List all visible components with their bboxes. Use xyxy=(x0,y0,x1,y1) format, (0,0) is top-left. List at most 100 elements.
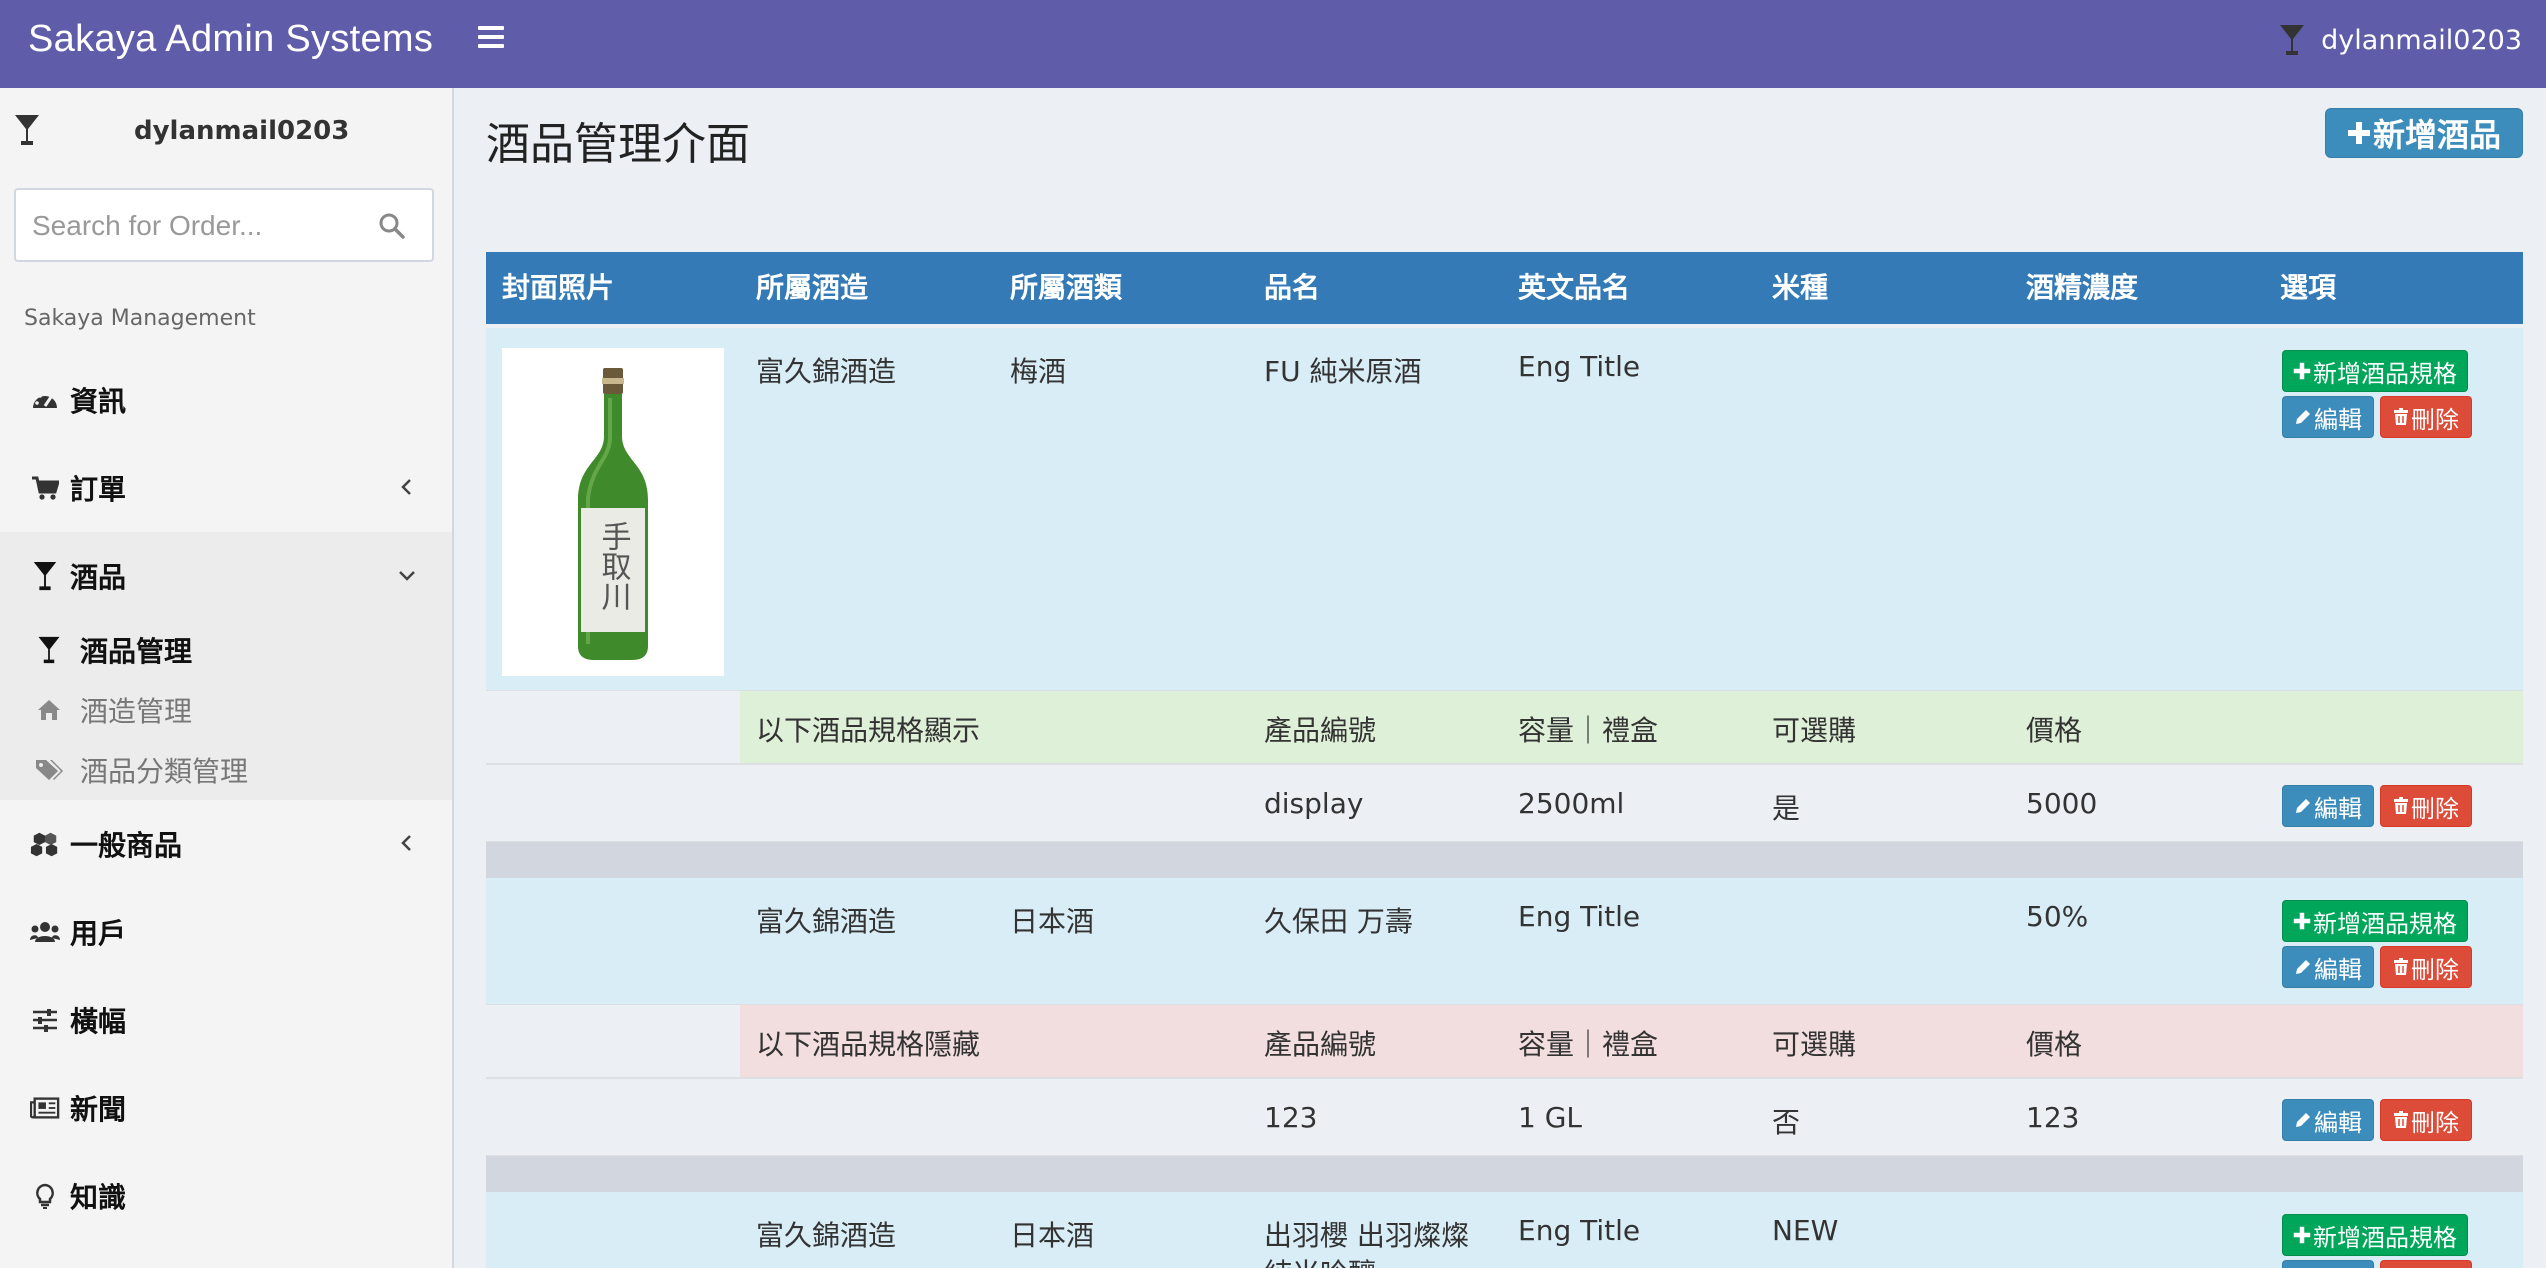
sidebar-item-general-goods[interactable]: 一般商品 xyxy=(0,800,452,888)
chevron-down-icon xyxy=(399,571,415,581)
brewery-cell: 富久錦酒造 xyxy=(756,1219,897,1252)
sidebar-item-info[interactable]: 資訊 xyxy=(0,356,452,444)
page-title: 酒品管理介面 xyxy=(486,119,750,170)
search-icon[interactable] xyxy=(378,212,406,240)
delete-label: 刪除 xyxy=(2411,405,2459,434)
edit-label: 編輯 xyxy=(2314,1264,2362,1268)
delete-label: 刪除 xyxy=(2411,794,2459,823)
search-input[interactable] xyxy=(32,208,352,244)
spec-edit-button[interactable]: 編輯 xyxy=(2282,1099,2374,1141)
sidebar-item-label: 新聞 xyxy=(70,1093,127,1126)
table-row: 富久錦酒造 日本酒 久保田 万壽 Eng Title 50% 新增酒品規格 編輯… xyxy=(486,878,2523,1004)
home-icon xyxy=(38,700,60,720)
name-cell: FU 純米原酒 xyxy=(1264,355,1422,388)
sidebar-user-name: dylanmail0203 xyxy=(134,116,350,146)
spec-price-cell: 5000 xyxy=(2026,787,2098,820)
row-separator xyxy=(486,842,2523,878)
spec-col-header: 產品編號 xyxy=(1264,1028,1377,1061)
user-panel: dylanmail0203 xyxy=(0,88,452,178)
eng-name-cell: Eng Title xyxy=(1518,350,1641,383)
brewery-cell: 富久錦酒造 xyxy=(756,905,897,938)
sidebar-section-header: Sakaya Management xyxy=(24,306,256,331)
table-header: 封面照片 所屬酒造 所屬酒類 品名 英文品名 米種 酒精濃度 選項 xyxy=(486,252,2523,324)
sidebar-subitem-brewery-management[interactable]: 酒造管理 xyxy=(0,680,452,740)
sidebar-subitem-category-management[interactable]: 酒品分類管理 xyxy=(0,740,452,800)
spec-caption: 以下酒品規格顯示 xyxy=(756,714,981,747)
sake-table: 封面照片 所屬酒造 所屬酒類 品名 英文品名 米種 酒精濃度 選項 手取川 富久… xyxy=(486,252,2523,1268)
plus-icon xyxy=(2293,1226,2311,1244)
plus-icon xyxy=(2293,362,2311,380)
spec-price-cell: 123 xyxy=(2026,1101,2080,1134)
spec-available-cell: 是 xyxy=(1772,792,1801,825)
delete-label: 刪除 xyxy=(2411,955,2459,984)
sidebar-item-sake[interactable]: 酒品 xyxy=(0,532,452,620)
sidebar-item-knowledge[interactable]: 知識 xyxy=(0,1152,452,1240)
tags-icon xyxy=(36,760,63,780)
col-header: 酒精濃度 xyxy=(2026,271,2139,304)
name-cell: 久保田 万壽 xyxy=(1264,905,1413,938)
spec-delete-button[interactable]: 刪除 xyxy=(2380,785,2472,827)
spec-volume-cell: 1 GL xyxy=(1518,1101,1583,1134)
spec-available-cell: 否 xyxy=(1772,1106,1801,1139)
product-photo: 手取川 xyxy=(502,348,724,676)
spec-edit-button[interactable]: 編輯 xyxy=(2282,785,2374,827)
delete-button[interactable]: 刪除 xyxy=(2380,946,2472,988)
dashboard-icon xyxy=(33,392,57,408)
newspaper-icon xyxy=(30,1097,60,1119)
add-sake-button[interactable]: 新增酒品 xyxy=(2325,108,2523,158)
sidebar-item-users[interactable]: 用戶 xyxy=(0,888,452,976)
sidebar-item-label: 橫幅 xyxy=(70,1005,127,1038)
name-cell-line2: 純米吟釀 xyxy=(1264,1252,1376,1268)
app-brand[interactable]: Sakaya Admin Systems xyxy=(28,0,433,88)
user-menu[interactable]: dylanmail0203 xyxy=(2279,0,2522,80)
table-row: 手取川 富久錦酒造 梅酒 FU 純米原酒 Eng Title 新增酒品規格 編輯… xyxy=(486,328,2523,690)
chevron-left-icon xyxy=(401,835,411,851)
sliders-icon xyxy=(33,1009,57,1032)
edit-button[interactable]: 編輯 xyxy=(2282,946,2374,988)
add-spec-button[interactable]: 新增酒品規格 xyxy=(2282,1214,2468,1256)
eng-name-cell: Eng Title xyxy=(1518,900,1641,933)
glass-icon xyxy=(2280,25,2305,55)
pencil-icon xyxy=(2296,1113,2310,1127)
sidebar-item-news[interactable]: 新聞 xyxy=(0,1064,452,1152)
col-header: 品名 xyxy=(1264,271,1321,304)
sidebar-subitem-sake-management[interactable]: 酒品管理 xyxy=(0,620,452,680)
sidebar-item-label: 知識 xyxy=(70,1181,127,1214)
trash-icon xyxy=(2394,408,2408,425)
sidebar-item-label: 酒品 xyxy=(70,561,127,594)
cubes-icon xyxy=(30,832,58,857)
spec-delete-button[interactable]: 刪除 xyxy=(2380,1099,2472,1141)
category-cell: 梅酒 xyxy=(1010,355,1067,388)
top-navbar: Sakaya Admin Systems dylanmail0203 xyxy=(0,0,2546,88)
spec-code-cell: display xyxy=(1264,787,1364,820)
pencil-icon xyxy=(2296,799,2310,813)
bottle-label-text: 手取川 xyxy=(596,521,632,611)
add-spec-label: 新增酒品規格 xyxy=(2313,1223,2457,1252)
glass-icon xyxy=(33,561,57,591)
spec-volume-cell: 2500ml xyxy=(1518,787,1625,820)
glass-icon xyxy=(38,636,60,664)
sidebar-item-banners[interactable]: 橫幅 xyxy=(0,976,452,1064)
col-header: 英文品名 xyxy=(1518,271,1631,304)
edit-label: 編輯 xyxy=(2314,955,2362,984)
sidebar-item-orders[interactable]: 訂單 xyxy=(0,444,452,532)
col-header: 封面照片 xyxy=(502,271,615,304)
spec-col-header: 價格 xyxy=(2026,714,2083,747)
cart-icon xyxy=(32,476,59,500)
brewery-cell: 富久錦酒造 xyxy=(756,355,897,388)
spec-header-row: 以下酒品規格隱藏 產品編號 容量｜禮盒 可選購 價格 xyxy=(486,1004,2523,1078)
edit-button[interactable]: 編輯 xyxy=(2282,1260,2374,1268)
row-separator xyxy=(486,1156,2523,1192)
delete-button[interactable]: 刪除 xyxy=(2380,396,2472,438)
add-spec-button[interactable]: 新增酒品規格 xyxy=(2282,900,2468,942)
spec-col-header: 可選購 xyxy=(1772,714,1857,747)
add-spec-button[interactable]: 新增酒品規格 xyxy=(2282,350,2468,392)
delete-button[interactable]: 刪除 xyxy=(2380,1260,2472,1268)
plus-icon xyxy=(2347,122,2370,144)
plus-icon xyxy=(2293,912,2311,930)
glass-icon xyxy=(15,115,39,145)
edit-button[interactable]: 編輯 xyxy=(2282,396,2374,438)
sidebar-toggle-icon[interactable] xyxy=(478,26,504,50)
eng-name-cell: Eng Title xyxy=(1518,1214,1641,1247)
trash-icon xyxy=(2394,1111,2408,1128)
